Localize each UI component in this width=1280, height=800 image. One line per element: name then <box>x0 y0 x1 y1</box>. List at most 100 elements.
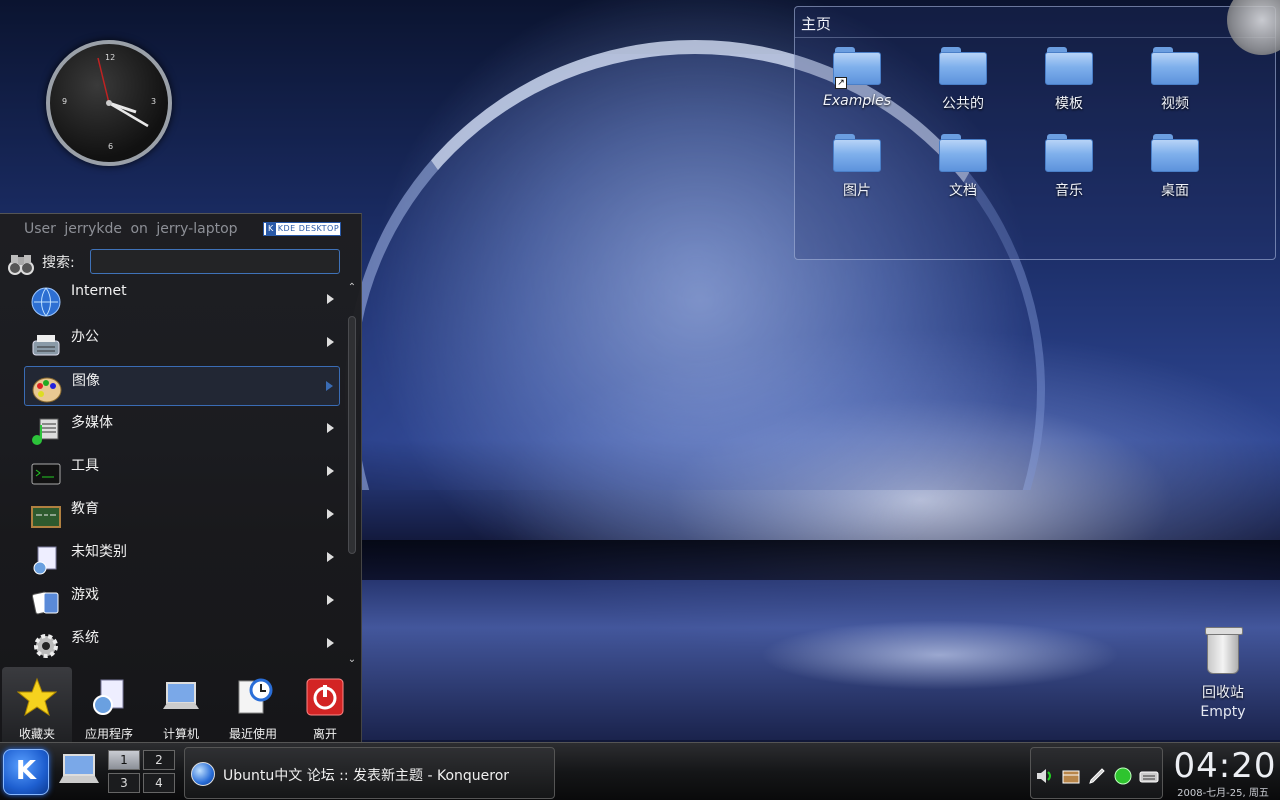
search-label: 搜索: <box>42 255 75 271</box>
trash-widget[interactable]: 回收站 Empty <box>1190 627 1256 720</box>
pager-desktop-4[interactable]: 4 <box>143 773 175 793</box>
menu-item-games[interactable]: 游戏 <box>24 581 340 621</box>
volume-icon[interactable] <box>1035 766 1055 786</box>
menu-item-label: 游戏 <box>71 587 99 603</box>
menu-item-label: 系统 <box>71 630 99 646</box>
tab-label: 计算机 <box>162 727 199 741</box>
folder-icon <box>1151 47 1199 85</box>
trash-label: 回收站 <box>1202 685 1244 701</box>
submenu-arrow-icon <box>326 381 333 391</box>
tab-label: 离开 <box>312 727 337 741</box>
application-category-list: Internet 办公 图像 多媒体 工具 教育 未知类别 游戏 系统 <box>24 280 342 666</box>
menu-item-multimedia[interactable]: 多媒体 <box>24 409 340 449</box>
trash-status: Empty <box>1200 704 1246 720</box>
scrollbar-thumb[interactable] <box>348 316 356 554</box>
wallpaper-horizon <box>360 540 1280 580</box>
task-label: Ubuntu中文 论坛 :: 发表新主题 - Konqueror <box>223 768 510 784</box>
menu-item-label: 工具 <box>71 458 99 474</box>
symlink-icon: ↗ <box>835 77 847 89</box>
analog-clock-widget[interactable]: 12 3 6 9 <box>46 40 172 166</box>
folder-view-divider <box>795 37 1275 38</box>
applications-icon <box>93 679 124 715</box>
scroll-down-icon[interactable]: ⌄ <box>346 654 358 666</box>
digital-clock-time[interactable]: 04:20 <box>1172 746 1278 786</box>
computer-icon <box>163 682 199 709</box>
star-icon <box>16 677 58 717</box>
tab-label: 应用程序 <box>84 727 133 741</box>
globe-icon <box>31 287 61 317</box>
folder-icon <box>833 134 881 172</box>
gear-icon <box>34 634 58 658</box>
folder-documents[interactable]: 文档 <box>908 134 1018 200</box>
menu-scrollbar[interactable]: ⌃ ⌄ <box>345 280 359 666</box>
submenu-arrow-icon <box>327 509 334 519</box>
menu-item-utilities[interactable]: 工具 <box>24 452 340 492</box>
system-tray <box>1030 747 1163 799</box>
konqueror-icon <box>191 762 215 786</box>
tab-computer[interactable]: 计算机 <box>146 667 216 744</box>
folder-music[interactable]: 音乐 <box>1014 134 1124 200</box>
folder-examples[interactable]: ↗ Examples <box>802 47 912 109</box>
chalkboard-icon <box>31 506 61 528</box>
folder-videos[interactable]: 视频 <box>1120 47 1230 113</box>
tab-leave[interactable]: 离开 <box>290 667 360 744</box>
home-folder-view[interactable]: 主页 ↗ Examples 公共的 模板 视频 图片 文档 音乐 桌面 <box>794 0 1280 260</box>
menu-item-label: 办公 <box>71 329 99 345</box>
menu-item-label: 图像 <box>72 373 100 389</box>
search-input[interactable] <box>90 249 340 274</box>
folder-icon: ↗ <box>833 47 881 89</box>
folder-icon <box>1045 47 1093 85</box>
scroll-up-icon[interactable]: ⌃ <box>346 282 358 294</box>
package-icon[interactable] <box>1061 766 1081 786</box>
folder-desktop[interactable]: 桌面 <box>1120 134 1230 200</box>
folder-templates[interactable]: 模板 <box>1014 47 1124 113</box>
folder-label: 桌面 <box>1161 183 1189 199</box>
digital-clock-date: 2008-七月-25, 周五 <box>1177 788 1269 799</box>
recent-icon <box>238 678 273 714</box>
folder-label: Examples <box>822 93 892 109</box>
folder-label: 音乐 <box>1055 183 1083 199</box>
tab-label: 收藏夹 <box>18 727 55 741</box>
submenu-arrow-icon <box>327 294 334 304</box>
folder-label: 模板 <box>1055 96 1083 112</box>
pager-desktop-3[interactable]: 3 <box>108 773 140 793</box>
folder-pictures[interactable]: 图片 <box>802 134 912 200</box>
menu-item-label: 未知类别 <box>71 544 127 560</box>
menu-item-internet[interactable]: Internet <box>24 280 340 320</box>
submenu-arrow-icon <box>327 595 334 605</box>
pager-desktop-1[interactable]: 1 <box>108 750 140 770</box>
taskbar-panel: K 1 2 3 4 Ubuntu中文 论坛 :: 发表新主题 - Konquer… <box>0 742 1280 800</box>
menu-item-education[interactable]: 教育 <box>24 495 340 535</box>
kde-desktop-logo: K KDE DESKTOP <box>263 222 341 236</box>
menu-item-label: 多媒体 <box>71 415 113 431</box>
show-desktop-icon[interactable] <box>58 753 100 787</box>
folder-label: 文档 <box>949 183 977 199</box>
tab-recently-used[interactable]: 最近使用 <box>218 667 288 744</box>
tab-label: 最近使用 <box>228 727 277 741</box>
unknown-icon <box>33 546 57 575</box>
terminal-icon <box>31 463 61 485</box>
kde-cashew-icon[interactable] <box>1227 0 1280 55</box>
power-icon <box>306 678 344 716</box>
folder-label: 公共的 <box>942 96 984 112</box>
network-icon[interactable] <box>1113 766 1133 786</box>
folder-public[interactable]: 公共的 <box>908 47 1018 113</box>
kde-menu-button[interactable]: K <box>3 749 49 795</box>
menu-item-label: 教育 <box>71 501 99 517</box>
folder-label: 图片 <box>843 183 871 199</box>
pen-icon[interactable] <box>1087 766 1107 786</box>
folder-icon <box>939 47 987 85</box>
menu-item-graphics[interactable]: 图像 <box>24 366 340 406</box>
binoculars-search-icon <box>8 255 34 275</box>
tab-favorites[interactable]: 收藏夹 <box>2 667 72 744</box>
user-info: User jerrykde on jerry-laptop <box>24 221 238 237</box>
tab-applications[interactable]: 应用程序 <box>74 667 144 744</box>
menu-item-system[interactable]: 系统 <box>24 624 340 664</box>
palette-icon <box>32 377 62 403</box>
pager-desktop-2[interactable]: 2 <box>143 750 175 770</box>
menu-item-uncategorized[interactable]: 未知类别 <box>24 538 340 578</box>
taskbar-task-konqueror[interactable]: Ubuntu中文 论坛 :: 发表新主题 - Konqueror <box>184 747 555 799</box>
menu-item-office[interactable]: 办公 <box>24 323 340 363</box>
menu-item-label: Internet <box>71 283 127 299</box>
keyboard-icon[interactable] <box>1139 766 1159 786</box>
